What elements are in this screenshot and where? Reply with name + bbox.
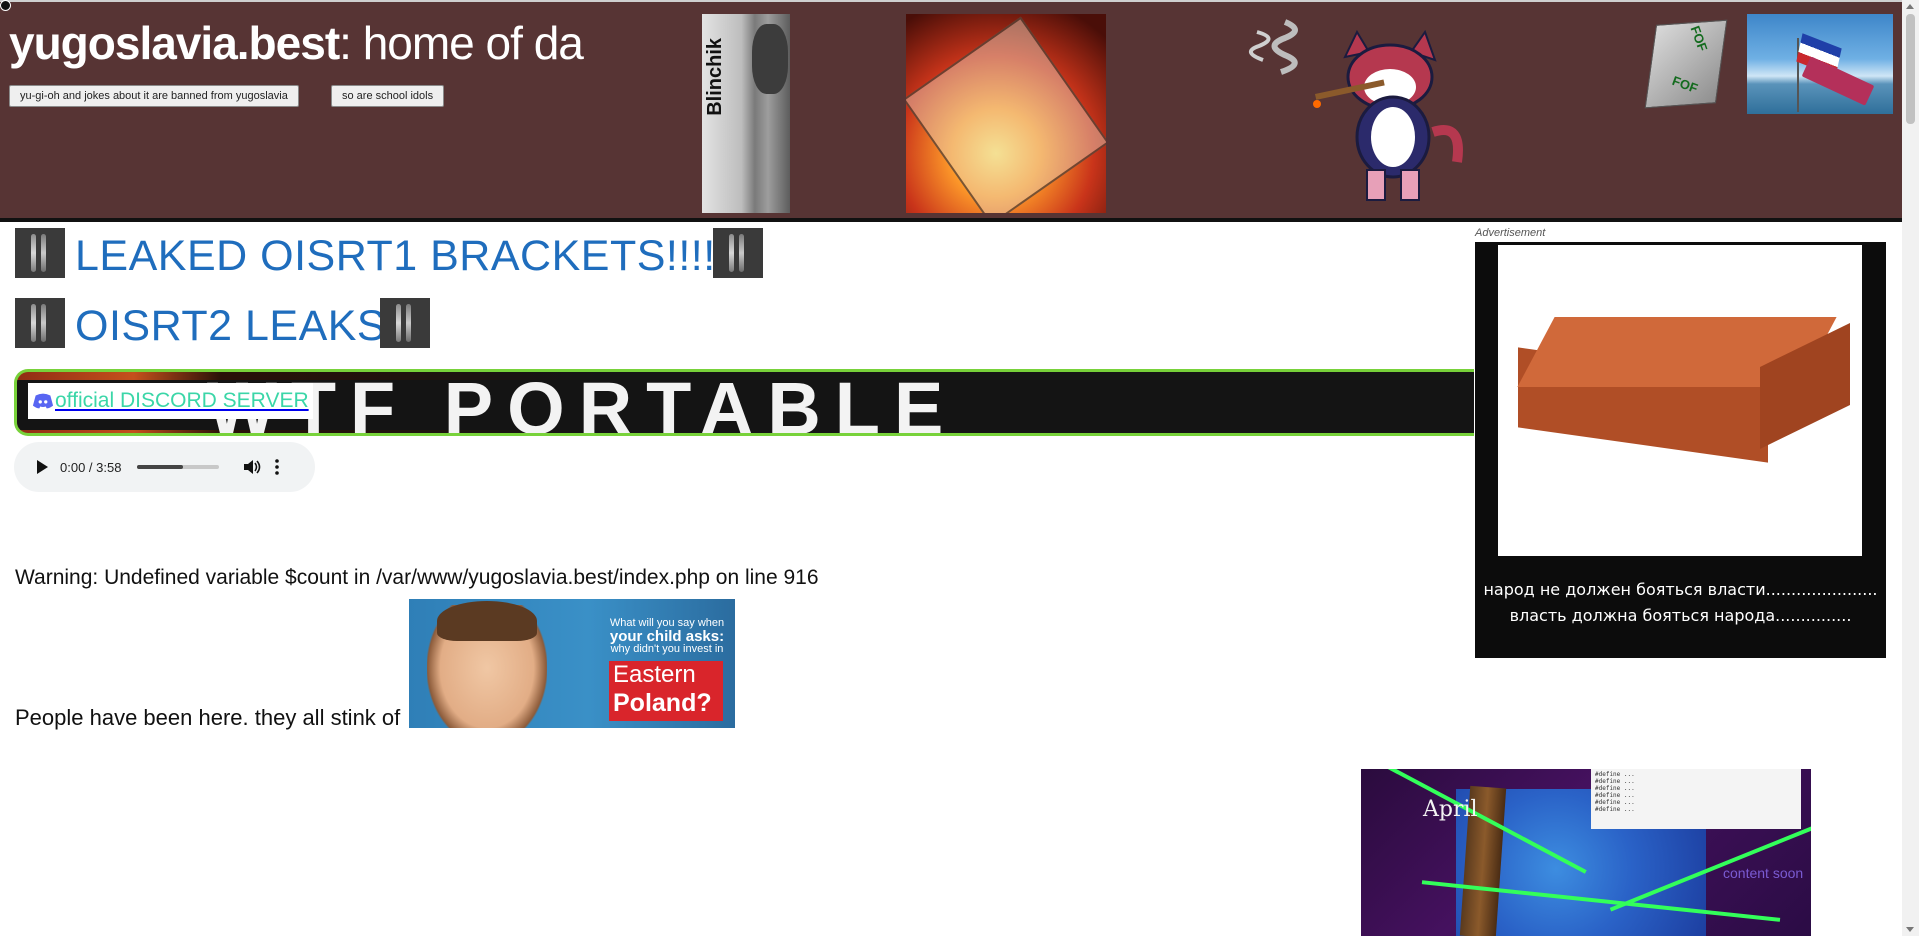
oisrt2-leaks-link[interactable]: OISRT2 LEAKS bbox=[75, 302, 386, 351]
scroll-down-arrow-icon[interactable] bbox=[1906, 927, 1914, 932]
discord-server-link[interactable]: official DISCORD SERVER bbox=[28, 383, 313, 419]
poland-answer-line1: Eastern bbox=[613, 661, 696, 688]
discord-icon bbox=[32, 393, 54, 409]
brick-advertisement[interactable]: народ не должен бояться власти..........… bbox=[1475, 242, 1886, 658]
ad-line-2: власть должна бояться народа............… bbox=[1509, 606, 1852, 625]
mouse-cursor bbox=[0, 0, 11, 11]
poland-answer-line2: Poland? bbox=[613, 689, 712, 717]
smoking-fox-mascot bbox=[1245, 12, 1485, 212]
audio-seek-fill bbox=[137, 465, 183, 469]
audio-time: 0:00 / 3:58 bbox=[60, 459, 122, 475]
eastern-poland-ad-image: What will you say when your child asks: … bbox=[409, 599, 735, 728]
link-glyph-image bbox=[713, 228, 763, 278]
burning-card bbox=[906, 16, 1106, 213]
more-options-icon[interactable] bbox=[275, 459, 280, 475]
dice-face bbox=[1644, 19, 1728, 109]
content-soon-text: content soon bbox=[1723, 865, 1804, 881]
play-icon[interactable] bbox=[37, 460, 48, 474]
scrollbar-thumb[interactable] bbox=[1906, 14, 1915, 124]
blinchik-image: Blinchik bbox=[702, 14, 790, 213]
site-title: yugoslavia.best: home of da bbox=[9, 16, 584, 70]
page: yugoslavia.best: home of da yu-gi-oh and… bbox=[0, 0, 1919, 936]
link-glyph-image bbox=[15, 228, 65, 278]
poland-question-line2: your child asks: bbox=[609, 628, 725, 645]
stink-text: People have been here. they all stink of bbox=[15, 705, 401, 730]
advertisement-label: Advertisement bbox=[1475, 227, 1546, 239]
yugioh-ban-button[interactable]: yu-gi-oh and jokes about it are banned f… bbox=[9, 85, 299, 107]
blinchik-text: Blinchik bbox=[704, 38, 726, 116]
april-collage-image: #define ... #define ... #define ... #def… bbox=[1361, 769, 1811, 936]
banner-text: WTF PORTABLE bbox=[207, 369, 958, 436]
april-tag: April bbox=[1423, 797, 1478, 822]
blinchik-figure bbox=[752, 24, 788, 94]
ad-line-1: народ не должен бояться власти..........… bbox=[1483, 580, 1878, 599]
site-title-rest: : home of da bbox=[339, 17, 584, 69]
school-idols-button[interactable]: so are school idols bbox=[331, 85, 445, 107]
link-glyph-image bbox=[380, 298, 430, 348]
site-header: yugoslavia.best: home of da yu-gi-oh and… bbox=[0, 0, 1902, 222]
poland-ad-question: What will you say when your child asks: … bbox=[605, 617, 729, 656]
oisrt1-brackets-link[interactable]: LEAKED OISRT1 BRACKETS!!!!! bbox=[75, 232, 728, 281]
fof-dice-image: FOF FOF bbox=[1642, 17, 1728, 115]
php-warning: Warning: Undefined variable $count in /v… bbox=[15, 566, 819, 589]
scroll-up-arrow-icon[interactable] bbox=[1906, 4, 1914, 9]
burning-card-image bbox=[906, 14, 1106, 213]
flag-photo bbox=[1747, 14, 1893, 114]
volume-icon[interactable] bbox=[243, 459, 261, 475]
brick-photo bbox=[1498, 245, 1862, 556]
audio-seek-bar[interactable] bbox=[137, 465, 220, 469]
poland-ad-answer: Eastern Poland? bbox=[609, 661, 723, 721]
audio-player: 0:00 / 3:58 bbox=[14, 442, 315, 492]
site-title-bold: yugoslavia.best bbox=[9, 17, 340, 69]
april-code-snippet: #define ... #define ... #define ... #def… bbox=[1591, 769, 1801, 829]
poland-question-line3: why didn't you invest in bbox=[610, 643, 724, 655]
page-scrollbar[interactable] bbox=[1902, 0, 1919, 936]
discord-label: official DISCORD SERVER bbox=[55, 389, 309, 412]
link-glyph-image bbox=[15, 298, 65, 348]
child-hair bbox=[437, 601, 537, 641]
